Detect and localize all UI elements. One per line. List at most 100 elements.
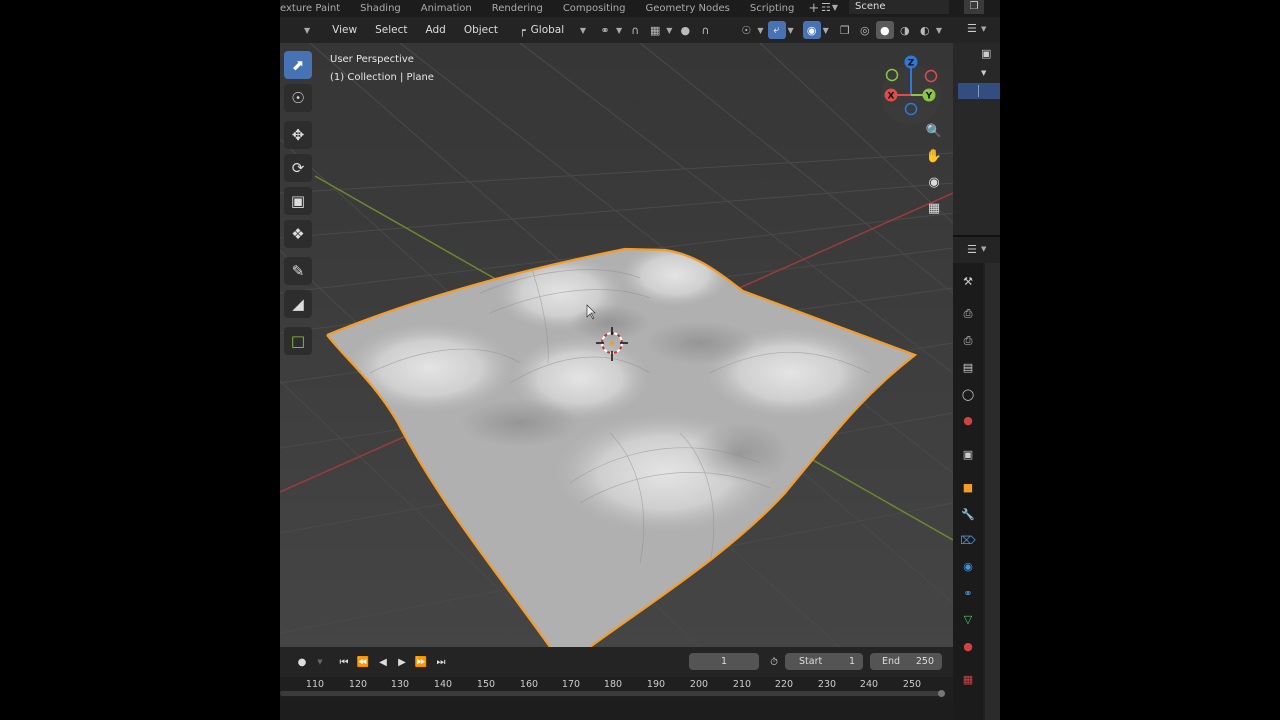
orientation-label: Global bbox=[530, 24, 565, 36]
particles-tab-icon[interactable]: ⌦ bbox=[960, 533, 976, 547]
annotate-tool-icon[interactable]: ✎ bbox=[284, 257, 312, 285]
output-tab-icon[interactable]: ⎙ bbox=[961, 334, 975, 348]
select-box-icon[interactable]: ⬈ bbox=[284, 51, 312, 79]
timeline-tick: 150 bbox=[476, 679, 496, 690]
constraints-tab-icon[interactable]: ⚭ bbox=[961, 586, 975, 600]
menu-object[interactable]: Object bbox=[455, 24, 507, 36]
view-layer-tab-icon[interactable]: ▤ bbox=[961, 360, 975, 374]
jump-keyframe-back-icon[interactable]: ⏪ bbox=[355, 654, 371, 670]
physics-tab-icon[interactable]: ◉ bbox=[961, 559, 975, 573]
stopwatch-icon[interactable]: ⏱ bbox=[766, 654, 782, 670]
transform-tool-icon[interactable]: ❖ bbox=[284, 220, 312, 248]
timeline-tick: 230 bbox=[817, 679, 837, 690]
properties-header: ☰ ▼ bbox=[953, 237, 1000, 263]
end-label: End bbox=[882, 656, 901, 667]
jump-start-icon[interactable]: ⏮ bbox=[336, 654, 352, 670]
editor-type-chevron-icon[interactable]: ▼ bbox=[304, 26, 310, 35]
cursor-tool-icon[interactable]: ☉ bbox=[284, 84, 312, 112]
snap-target-icon[interactable]: ▦ bbox=[646, 21, 664, 39]
collection-tab-icon[interactable]: ▣ bbox=[961, 447, 975, 461]
timeline-scroll-handle[interactable] bbox=[938, 690, 945, 697]
play-icon[interactable]: ▶ bbox=[394, 654, 410, 670]
timeline-scrollbar[interactable] bbox=[280, 691, 942, 696]
move-tool-icon[interactable]: ✥ bbox=[284, 121, 312, 149]
object-tab-icon[interactable]: ■ bbox=[961, 480, 975, 494]
end-frame-field[interactable]: End 250 bbox=[870, 653, 942, 670]
record-icon[interactable]: ● bbox=[294, 654, 310, 670]
render-tab-icon[interactable]: ⎙ bbox=[961, 307, 975, 321]
xray-toggle-icon[interactable]: ❐ bbox=[836, 21, 854, 39]
chevron-down-icon: ▼ bbox=[757, 25, 764, 35]
outliner-editor-icon[interactable]: ☰ bbox=[967, 22, 977, 35]
tab-shading[interactable]: Shading bbox=[350, 0, 411, 17]
play-reverse-icon[interactable]: ◀ bbox=[375, 654, 391, 670]
world-tab-icon[interactable]: ● bbox=[961, 413, 975, 427]
jump-keyframe-forward-icon[interactable]: ⏩ bbox=[413, 654, 429, 670]
scene-name-field[interactable]: Scene bbox=[849, 0, 950, 14]
texture-tab-icon[interactable]: ▦ bbox=[961, 672, 975, 686]
tab-compositing[interactable]: Compositing bbox=[553, 0, 636, 17]
wireframe-shading-icon[interactable]: ◎ bbox=[856, 21, 874, 39]
scale-tool-icon[interactable]: ▣ bbox=[284, 187, 312, 215]
end-value: 250 bbox=[915, 656, 934, 667]
jump-end-icon[interactable]: ⏭ bbox=[433, 654, 449, 670]
tab-geometry-nodes[interactable]: Geometry Nodes bbox=[636, 0, 740, 17]
scene-tab-icon[interactable]: ◯ bbox=[961, 387, 975, 401]
modifier-tab-icon[interactable]: 🔧 bbox=[961, 507, 975, 521]
outliner-panel[interactable]: ☰ ▼ ▣ ▼ bbox=[953, 17, 1000, 237]
rotate-tool-icon[interactable]: ⟳ bbox=[284, 154, 312, 182]
visibility-icon[interactable]: ☉ bbox=[737, 21, 755, 39]
menu-add[interactable]: Add bbox=[416, 24, 454, 36]
zoom-view-icon[interactable]: 🔍 bbox=[923, 120, 945, 142]
timeline-tick: 160 bbox=[519, 679, 539, 690]
scene-selector[interactable]: ☶ ▼ Scene bbox=[817, 0, 960, 14]
transform-orientation-dropdown[interactable]: ┍ Global ▼ bbox=[519, 21, 589, 39]
chevron-down-icon: ▼ bbox=[831, 2, 839, 12]
add-cube-tool-icon[interactable]: □ bbox=[284, 327, 312, 355]
properties-panel[interactable]: ☰ ▼ ⚒ ⎙ ⎙ ▤ ◯ ● ▣ ■ 🔧 ⌦ ◉ ⚭ ▽ ● ▦ bbox=[953, 237, 1000, 720]
menu-select[interactable]: Select bbox=[366, 24, 416, 36]
pan-view-icon[interactable]: ✋ bbox=[923, 145, 945, 167]
solid-shading-icon[interactable]: ● bbox=[875, 21, 894, 39]
timeline-tick: 220 bbox=[774, 679, 794, 690]
timeline-tick: 250 bbox=[902, 679, 922, 690]
camera-view-icon[interactable]: ◉ bbox=[923, 171, 945, 193]
tab-rendering[interactable]: Rendering bbox=[482, 0, 553, 17]
timeline-tick: 120 bbox=[348, 679, 368, 690]
tool-tab-icon[interactable]: ⚒ bbox=[961, 274, 975, 288]
falloff-icon[interactable]: ∩ bbox=[696, 21, 714, 39]
gizmo-y-label: Y bbox=[925, 92, 933, 102]
chevron-down-icon: ▼ bbox=[317, 658, 323, 666]
proportional-edit-icon[interactable]: ● bbox=[676, 21, 694, 39]
chevron-down-icon: ▼ bbox=[822, 25, 829, 35]
start-frame-field[interactable]: Start 1 bbox=[785, 653, 863, 670]
gizmo-toggle-icon[interactable]: ⤶ bbox=[767, 21, 786, 39]
material-tab-icon[interactable]: ● bbox=[961, 639, 975, 653]
chevron-down-icon: ▼ bbox=[666, 25, 673, 35]
overlay-toggle-icon[interactable]: ◉ bbox=[802, 21, 821, 39]
tab-texture-paint[interactable]: exture Paint bbox=[280, 0, 350, 17]
material-shading-icon[interactable]: ◑ bbox=[896, 21, 914, 39]
properties-content bbox=[985, 263, 1000, 720]
menu-view[interactable]: View bbox=[323, 24, 366, 36]
tab-animation[interactable]: Animation bbox=[411, 0, 482, 17]
collection-box-icon[interactable]: ▣ bbox=[981, 47, 991, 60]
new-scene-icon[interactable]: ❐ bbox=[964, 0, 984, 14]
tab-scripting[interactable]: Scripting bbox=[740, 0, 804, 17]
viewport-header: ▼ View Select Add Object ┍ Global ▼ ⚭ ▼ … bbox=[280, 17, 953, 43]
orientation-icon: ┍ bbox=[519, 23, 526, 37]
properties-editor-icon[interactable]: ☰ bbox=[967, 243, 977, 256]
snap-magnet-icon[interactable]: ∩ bbox=[626, 21, 644, 39]
data-tab-icon[interactable]: ▽ bbox=[961, 612, 975, 626]
pivot-point-icon[interactable]: ⚭ bbox=[596, 21, 614, 39]
perspective-toggle-icon[interactable]: ▦ bbox=[923, 197, 945, 219]
3d-viewport[interactable]: Z X Y User Perspective (1) Collection | … bbox=[280, 43, 953, 647]
rendered-shading-icon[interactable]: ◐ bbox=[916, 21, 934, 39]
outliner-selected-row[interactable] bbox=[958, 83, 1000, 99]
timeline-ruler[interactable]: 110 120 130 140 150 160 170 180 190 200 … bbox=[280, 677, 953, 699]
expand-arrow-icon[interactable]: ▼ bbox=[981, 69, 986, 77]
timeline-tick: 110 bbox=[305, 679, 325, 690]
current-frame-field[interactable]: 1 bbox=[689, 653, 759, 670]
measure-tool-icon[interactable]: ◢ bbox=[284, 290, 312, 318]
viewport-scene: Z X Y bbox=[280, 43, 953, 647]
